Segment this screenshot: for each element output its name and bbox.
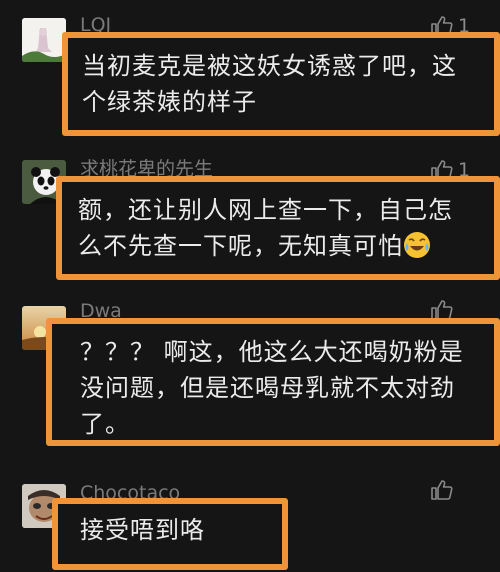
avatar-figure-icon — [22, 18, 66, 62]
comment-text: ？？？ 啊这，他这么大还喝奶粉是 没问题，但是还喝母乳就不太对劲 了。 — [80, 334, 464, 442]
comment-text: 接受唔到咯 — [80, 512, 205, 548]
avatar[interactable] — [22, 18, 66, 62]
like-button[interactable] — [430, 478, 458, 502]
comment-line: 么不先查一下呢，无知真可怕 — [78, 228, 453, 264]
comment-line: 当初麦克是被这妖女诱惑了吧，这 — [82, 52, 457, 80]
comment-line: 个绿茶婊的样子 — [82, 88, 257, 116]
comment-line: ？？？ 啊这，他这么大还喝奶粉是 — [80, 338, 464, 366]
comment-text: 当初麦克是被这妖女诱惑了吧，这 个绿茶婊的样子 — [82, 48, 457, 120]
comment-line: 接受唔到咯 — [80, 516, 205, 544]
comment-line: 了。 — [80, 410, 130, 438]
comment-text: 额，还让别人网上查一下，自己怎 么不先查一下呢，无知真可怕 — [78, 192, 453, 264]
thumbs-up-icon — [431, 480, 453, 500]
comment-line: 额，还让别人网上查一下，自己怎 — [78, 196, 453, 224]
laughing-crying-emoji-icon — [404, 232, 430, 258]
comment-line: 没问题，但是还喝母乳就不太对劲 — [80, 374, 455, 402]
comment-line-text: 么不先查一下呢，无知真可怕 — [78, 232, 403, 260]
